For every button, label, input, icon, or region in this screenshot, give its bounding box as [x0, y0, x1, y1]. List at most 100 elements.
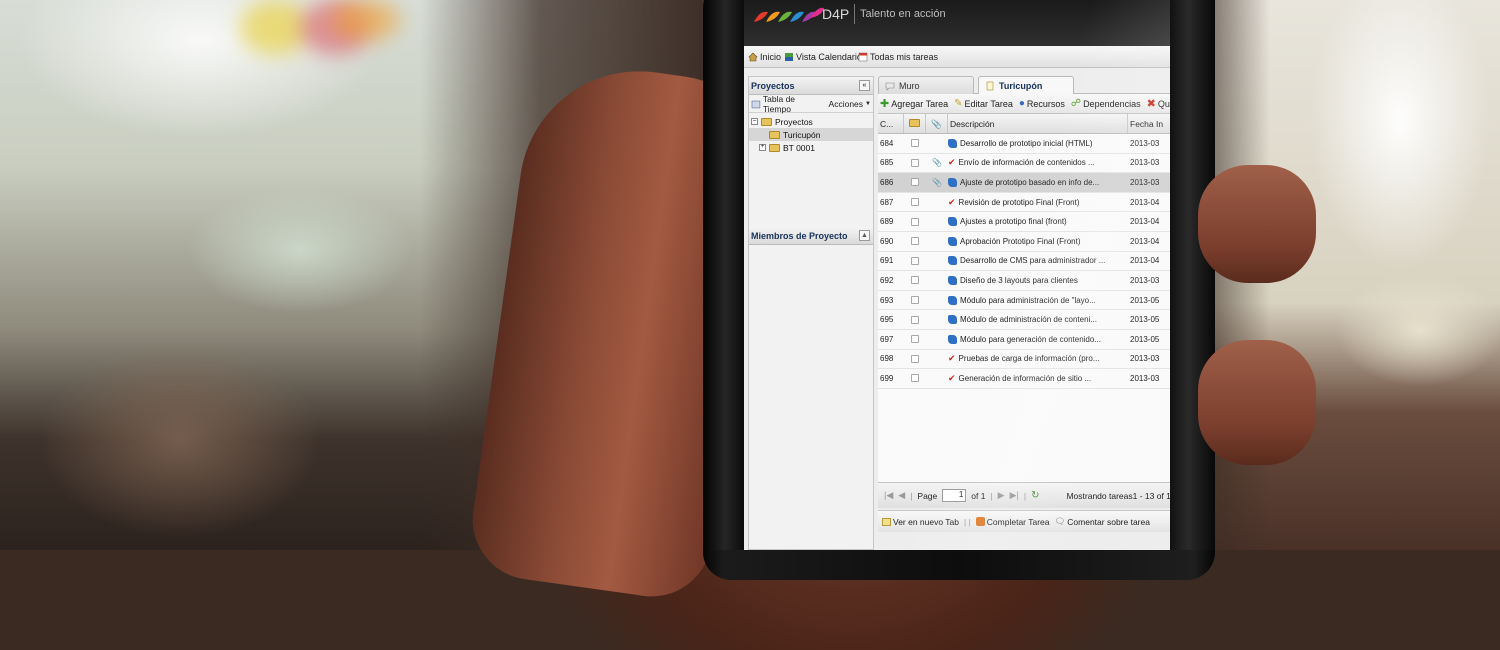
- task-description-cell: Módulo para generación de contenido...: [948, 334, 1128, 344]
- brand-tagline: Talento en acción: [860, 8, 946, 20]
- table-row[interactable]: 693 Módulo para administración de "layo..…: [878, 291, 1176, 311]
- table-row[interactable]: 689 Ajustes a prototipo final (front) 2013…: [878, 212, 1176, 232]
- tree-item-turicupon[interactable]: Turicupón: [749, 128, 873, 141]
- tab-turicupon-label: Turicupón: [999, 80, 1043, 91]
- brand-divider: [854, 4, 855, 24]
- completar-tarea-button[interactable]: Completar Tarea: [975, 517, 1049, 527]
- agregar-tarea-button[interactable]: ✚ Agregar Tarea: [880, 97, 948, 110]
- task-id: 695: [880, 315, 894, 325]
- table-row[interactable]: 697 Módulo para generación de contenido..…: [878, 330, 1176, 350]
- row-checkbox[interactable]: [911, 217, 919, 226]
- row-checkbox[interactable]: [911, 335, 919, 344]
- projects-panel-title: Proyectos: [751, 81, 795, 91]
- collapse-up-icon[interactable]: ▲: [859, 230, 870, 241]
- row-checkbox-cell: [904, 296, 926, 305]
- refresh-icon[interactable]: ↻: [1031, 490, 1039, 501]
- row-checkbox[interactable]: [911, 139, 919, 148]
- column-header-attachment[interactable]: 📎: [926, 114, 948, 133]
- row-checkbox[interactable]: [911, 296, 919, 305]
- first-page-icon[interactable]: |◀: [884, 490, 893, 501]
- editar-tarea-button[interactable]: ✎ Editar Tarea: [954, 98, 1013, 109]
- task-id: 686: [880, 177, 894, 187]
- table-row[interactable]: 692 Diseño de 3 layouts para clientes 2013…: [878, 271, 1176, 291]
- nav-todas-tareas-label: Todas mis tareas: [870, 52, 939, 62]
- column-header-fecha[interactable]: Fecha In: [1128, 114, 1176, 133]
- table-row[interactable]: 690 Aprobación Prototipo Final (Front) 201…: [878, 232, 1176, 252]
- tree-item-bt0001[interactable]: + BT 0001: [749, 141, 873, 154]
- tree-item-proyectos[interactable]: – Proyectos: [749, 115, 873, 128]
- paperclip-icon[interactable]: 📎: [932, 158, 942, 167]
- tab-bar: Muro Turicupón: [878, 74, 1176, 94]
- table-row[interactable]: 691 Desarrollo de CMS para administrador …: [878, 252, 1176, 272]
- acciones-menu[interactable]: Acciones ▼: [829, 99, 871, 109]
- tree-item-label: Turicupón: [783, 129, 821, 140]
- tab-muro[interactable]: Muro: [878, 76, 974, 94]
- puzzle-icon: [948, 177, 957, 187]
- column-header-descripcion[interactable]: Descripción: [948, 114, 1128, 133]
- task-description: Pruebas de carga de información (pro...: [958, 354, 1100, 364]
- complete-icon: [975, 517, 985, 526]
- tree-collapse-icon[interactable]: –: [751, 118, 758, 125]
- members-panel-header: Miembros de Proyecto ▲: [749, 227, 873, 245]
- column-header-folder[interactable]: [904, 114, 926, 133]
- prev-page-icon[interactable]: ◀: [898, 490, 905, 501]
- next-page-icon[interactable]: ▶: [998, 490, 1005, 501]
- row-checkbox-cell: [904, 198, 926, 207]
- task-actions-toolbar: ✚ Agregar Tarea ✎ Editar Tarea ● Recurso…: [878, 94, 1176, 114]
- pagination-bar: |◀ ◀ | Page 1 of 1 | ▶ ▶| | ↻ Mostrando …: [878, 482, 1176, 508]
- task-description: Ajustes a prototipo final (front): [960, 217, 1067, 227]
- table-row[interactable]: 684 Desarrollo de prototipo inicial (HTML…: [878, 134, 1176, 154]
- recursos-button[interactable]: ● Recursos: [1019, 98, 1065, 109]
- table-row[interactable]: 695 Módulo de administración de conteni..…: [878, 310, 1176, 330]
- recursos-label: Recursos: [1026, 98, 1065, 109]
- task-grid: 684 Desarrollo de prototipo inicial (HTML…: [878, 134, 1176, 389]
- table-row[interactable]: 686 📎 Ajuste de prototipo basado en info d…: [878, 173, 1176, 193]
- check-icon: ✔: [948, 196, 956, 207]
- table-row[interactable]: 698 ✔ Pruebas de carga de información (pro…: [878, 350, 1176, 370]
- comentar-tarea-button[interactable]: 🗨 Comentar sobre tarea: [1054, 516, 1149, 527]
- row-checkbox[interactable]: [911, 158, 919, 167]
- collapse-icon[interactable]: «: [859, 80, 870, 91]
- folder-icon: [761, 117, 772, 126]
- divider: | |: [964, 516, 971, 527]
- tabla-tiempo-button[interactable]: Tabla de Tiempo: [751, 94, 825, 114]
- row-checkbox[interactable]: [911, 198, 919, 207]
- row-checkbox-cell: [904, 237, 926, 246]
- task-id: 690: [880, 236, 894, 246]
- task-start-date: 2013-05: [1130, 334, 1160, 344]
- chevron-down-icon: ▼: [865, 100, 871, 107]
- paperclip-icon[interactable]: 📎: [932, 178, 942, 187]
- wall-icon: [885, 82, 895, 91]
- ver-nuevo-tab-button[interactable]: Ver en nuevo Tab: [882, 517, 959, 527]
- row-checkbox[interactable]: [911, 237, 919, 246]
- task-description-cell: Desarrollo de prototipo inicial (HTML): [948, 138, 1128, 148]
- task-description: Desarrollo de CMS para administrador ...: [960, 256, 1106, 266]
- calendar-icon: [858, 52, 868, 62]
- task-description: Aprobación Prototipo Final (Front): [960, 236, 1081, 246]
- nav-inicio[interactable]: Inicio: [748, 52, 781, 62]
- table-row[interactable]: 699 ✔ Generación de información de sitio .…: [878, 369, 1176, 389]
- row-checkbox[interactable]: [911, 178, 919, 187]
- tree-expand-icon[interactable]: +: [759, 144, 766, 151]
- tree-item-label: Proyectos: [775, 116, 813, 127]
- table-row[interactable]: 687 ✔ Revisión de prototipo Final (Front) 2…: [878, 193, 1176, 213]
- task-start-date: 2013-03: [1130, 138, 1160, 148]
- row-checkbox[interactable]: [911, 354, 919, 363]
- nav-calendario[interactable]: Vista Calendario: [784, 52, 862, 62]
- task-description-cell: ✔ Generación de información de sitio ...: [948, 373, 1128, 384]
- row-checkbox[interactable]: [911, 276, 919, 285]
- column-header-id[interactable]: C...: [878, 114, 904, 133]
- last-page-icon[interactable]: ▶|: [1010, 490, 1019, 501]
- row-checkbox[interactable]: [911, 256, 919, 265]
- row-checkbox[interactable]: [911, 374, 919, 383]
- nav-todas-tareas[interactable]: Todas mis tareas: [858, 52, 938, 62]
- page-number-input[interactable]: 1: [942, 489, 967, 502]
- dependencias-button[interactable]: ☍ Dependencias: [1071, 98, 1141, 109]
- row-checkbox-cell: [904, 139, 926, 148]
- phone-screen: D4P Talento en acción Inicio Vista Calen…: [744, 0, 1176, 550]
- tab-turicupon[interactable]: Turicupón: [978, 76, 1074, 94]
- row-checkbox-cell: [904, 354, 926, 363]
- row-checkbox-cell: [904, 374, 926, 383]
- row-checkbox[interactable]: [911, 315, 919, 324]
- table-row[interactable]: 685 📎 ✔ Envío de información de contenidos …: [878, 154, 1176, 174]
